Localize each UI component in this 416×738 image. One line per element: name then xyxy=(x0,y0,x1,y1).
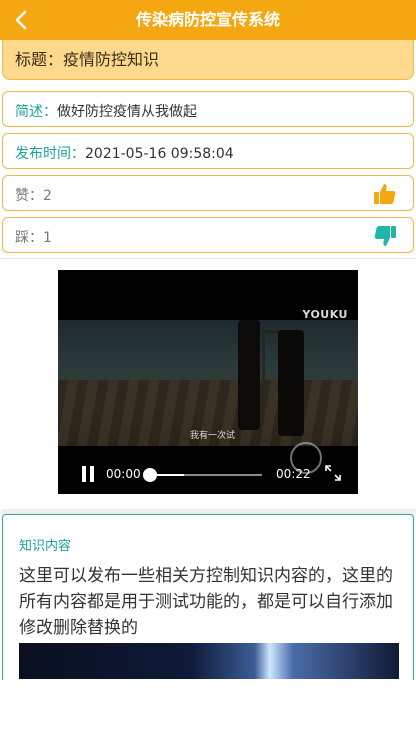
fullscreen-icon xyxy=(325,465,341,481)
thumbs-down-icon xyxy=(374,226,396,246)
publish-time-text: 发布时间：2021-05-16 09:58:04 xyxy=(15,143,234,163)
article-title-value: 疫情防控知识 xyxy=(63,50,160,69)
like-text: 赞：2 xyxy=(15,185,52,205)
like-count: 2 xyxy=(43,188,52,204)
publish-time-label: 发布时间： xyxy=(15,146,85,162)
publish-time-value: 2021-05-16 09:58:04 xyxy=(85,146,234,162)
like-label: 赞： xyxy=(15,188,43,204)
like-row: 赞：2 xyxy=(2,175,414,211)
publish-time-row: 发布时间：2021-05-16 09:58:04 xyxy=(2,133,414,169)
article-title: 标题：疫情防控知识 xyxy=(15,46,159,70)
current-time: 00:00 xyxy=(106,467,141,481)
progress-track[interactable] xyxy=(143,468,262,482)
video-player[interactable]: YOUKU 我有一次试 00:00 00:22 xyxy=(58,270,358,494)
duration-time: 00:22 xyxy=(276,467,311,481)
article-title-label: 标题： xyxy=(15,50,64,69)
page: 传染病防控宣传系统 标题：疫情防控知识 简述：做好防控疫情从我做起 发布时间：2… xyxy=(0,0,416,738)
dislike-row: 踩：1 xyxy=(2,217,414,253)
content-image xyxy=(19,643,399,679)
dislike-text: 踩：1 xyxy=(15,227,52,247)
content-label: 知识内容 xyxy=(19,539,72,554)
bottom-area xyxy=(0,680,416,738)
like-button[interactable] xyxy=(373,182,397,206)
summary-text: 简述：做好防控疫情从我做起 xyxy=(15,101,197,121)
pause-button[interactable] xyxy=(80,466,96,482)
progress-knob[interactable] xyxy=(143,468,157,482)
top-nav-bar: 传染病防控宣传系统 xyxy=(0,0,416,40)
video-leg-right xyxy=(278,330,304,436)
fullscreen-button[interactable] xyxy=(324,464,342,482)
dislike-button[interactable] xyxy=(373,224,397,248)
thumbs-up-icon xyxy=(374,184,396,204)
video-subtitle: 我有一次试 xyxy=(190,431,236,441)
video-leg-left xyxy=(238,320,260,430)
youku-watermark: YOUKU xyxy=(302,308,348,321)
page-title: 传染病防控宣传系统 xyxy=(135,10,280,29)
summary-label: 简述： xyxy=(15,104,57,120)
summary-row: 简述：做好防控疫情从我做起 xyxy=(2,91,414,127)
dislike-label: 踩： xyxy=(15,230,43,246)
video-section: YOUKU 我有一次试 00:00 00:22 xyxy=(0,258,416,508)
article-title-card: 标题：疫情防控知识 xyxy=(2,40,414,80)
video-controls: 00:00 00:22 xyxy=(58,456,358,494)
content-body: 这里可以发布一些相关方控制知识内容的，这里的所有内容都是用于测试功能的，都是可以… xyxy=(19,566,393,638)
summary-value: 做好防控疫情从我做起 xyxy=(57,104,197,120)
dislike-count: 1 xyxy=(43,230,52,246)
